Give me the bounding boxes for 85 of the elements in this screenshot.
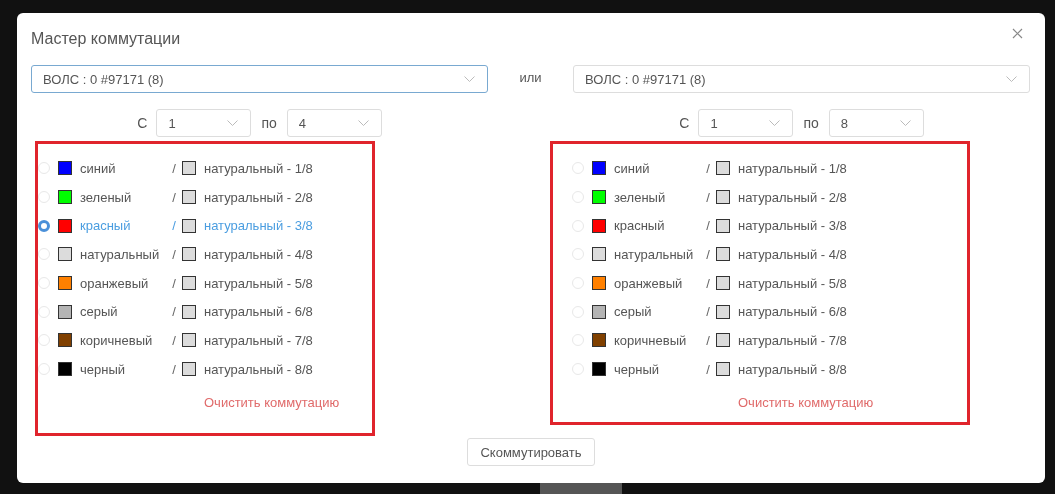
color-swatch bbox=[182, 190, 196, 205]
color-swatch bbox=[182, 247, 196, 262]
separator-slash: / bbox=[172, 275, 176, 291]
range-select[interactable]: 1 bbox=[156, 109, 252, 137]
separator-slash: / bbox=[172, 332, 176, 348]
color-swatch bbox=[716, 218, 730, 233]
color-swatch bbox=[182, 276, 196, 291]
fiber-name: натуральный - 5/8 bbox=[738, 275, 847, 291]
radio-button[interactable] bbox=[38, 219, 50, 232]
separator-slash: / bbox=[706, 275, 710, 291]
fiber-name: серый bbox=[80, 304, 118, 320]
fiber-name: красный bbox=[80, 218, 131, 234]
chevron-icon bbox=[357, 120, 369, 126]
fiber-name: натуральный bbox=[614, 246, 694, 262]
fiber-name: коричневый bbox=[80, 332, 153, 348]
chevron-icon bbox=[769, 120, 781, 126]
or-label: или bbox=[518, 69, 543, 87]
color-swatch bbox=[716, 333, 730, 348]
range-label: по bbox=[803, 115, 819, 131]
color-swatch bbox=[716, 276, 730, 291]
range-label: по bbox=[261, 115, 277, 131]
separator-slash: / bbox=[172, 361, 176, 377]
fiber-name: оранжевый bbox=[80, 275, 149, 291]
color-swatch bbox=[182, 333, 196, 348]
close-icon[interactable] bbox=[1012, 27, 1023, 39]
range-label: С bbox=[137, 115, 148, 131]
cable-select[interactable]: ВОЛС : 0 #97171 (8) bbox=[573, 65, 1030, 93]
fiber-name: натуральный - 2/8 bbox=[204, 189, 313, 205]
commute-button[interactable]: Скоммутировать bbox=[467, 438, 595, 466]
fiber-name: оранжевый bbox=[614, 275, 683, 291]
color-swatch bbox=[182, 161, 196, 176]
fiber-name: коричневый bbox=[614, 332, 687, 348]
chevron-icon bbox=[1006, 76, 1017, 82]
separator-slash: / bbox=[172, 160, 176, 176]
fiber-name: натуральный - 3/8 bbox=[204, 218, 313, 234]
fiber-name: натуральный - 8/8 bbox=[738, 361, 847, 377]
separator-slash: / bbox=[706, 189, 710, 205]
color-swatch bbox=[182, 304, 196, 319]
color-swatch bbox=[182, 218, 196, 233]
chevron-icon bbox=[464, 76, 475, 82]
color-swatch bbox=[182, 362, 196, 377]
color-swatch bbox=[716, 161, 730, 176]
fiber-name: натуральный - 6/8 bbox=[204, 304, 313, 320]
separator-slash: / bbox=[172, 304, 176, 320]
fiber-name: натуральный bbox=[80, 246, 160, 262]
fiber-name: черный bbox=[80, 361, 126, 377]
range-select[interactable]: 4 bbox=[286, 109, 382, 137]
fiber-name: натуральный - 7/8 bbox=[204, 332, 313, 348]
fiber-name: натуральный - 5/8 bbox=[204, 275, 313, 291]
fiber-name: натуральный - 1/8 bbox=[738, 160, 847, 176]
fiber-name: красный bbox=[614, 218, 665, 234]
separator-slash: / bbox=[706, 218, 710, 234]
range-label: С bbox=[679, 115, 690, 131]
separator-slash: / bbox=[706, 160, 710, 176]
fiber-name: натуральный - 3/8 bbox=[738, 218, 847, 234]
separator-slash: / bbox=[706, 332, 710, 348]
fiber-name: серый bbox=[614, 304, 652, 320]
fiber-name: синий bbox=[80, 160, 116, 176]
color-swatch bbox=[716, 190, 730, 205]
chevron-icon bbox=[227, 120, 239, 126]
separator-slash: / bbox=[172, 218, 176, 234]
color-swatch bbox=[716, 304, 730, 319]
fiber-name: зеленый bbox=[614, 189, 666, 205]
range-select[interactable]: 8 bbox=[828, 109, 924, 137]
chevron-icon bbox=[899, 120, 911, 126]
fiber-name: синий bbox=[614, 160, 650, 176]
range-select[interactable]: 1 bbox=[698, 109, 794, 137]
fiber-name: натуральный - 4/8 bbox=[204, 246, 313, 262]
separator-slash: / bbox=[706, 361, 710, 377]
fiber-name: натуральный - 6/8 bbox=[738, 304, 847, 320]
separator-slash: / bbox=[706, 304, 710, 320]
dialog-title: Мастер коммутации bbox=[31, 30, 181, 48]
separator-slash: / bbox=[172, 246, 176, 262]
separator-slash: / bbox=[172, 189, 176, 205]
fiber-name: натуральный - 8/8 bbox=[204, 361, 313, 377]
fiber-name: натуральный - 1/8 bbox=[204, 160, 313, 176]
fiber-name: натуральный - 2/8 bbox=[738, 189, 847, 205]
fiber-name: натуральный - 4/8 bbox=[738, 246, 847, 262]
fiber-name: черный bbox=[614, 361, 660, 377]
cable-select[interactable]: ВОЛС : 0 #97171 (8) bbox=[31, 65, 488, 93]
separator-slash: / bbox=[706, 246, 710, 262]
fiber-name: зеленый bbox=[80, 189, 132, 205]
color-swatch bbox=[716, 362, 730, 377]
color-swatch bbox=[716, 247, 730, 262]
fiber-name: натуральный - 7/8 bbox=[738, 332, 847, 348]
